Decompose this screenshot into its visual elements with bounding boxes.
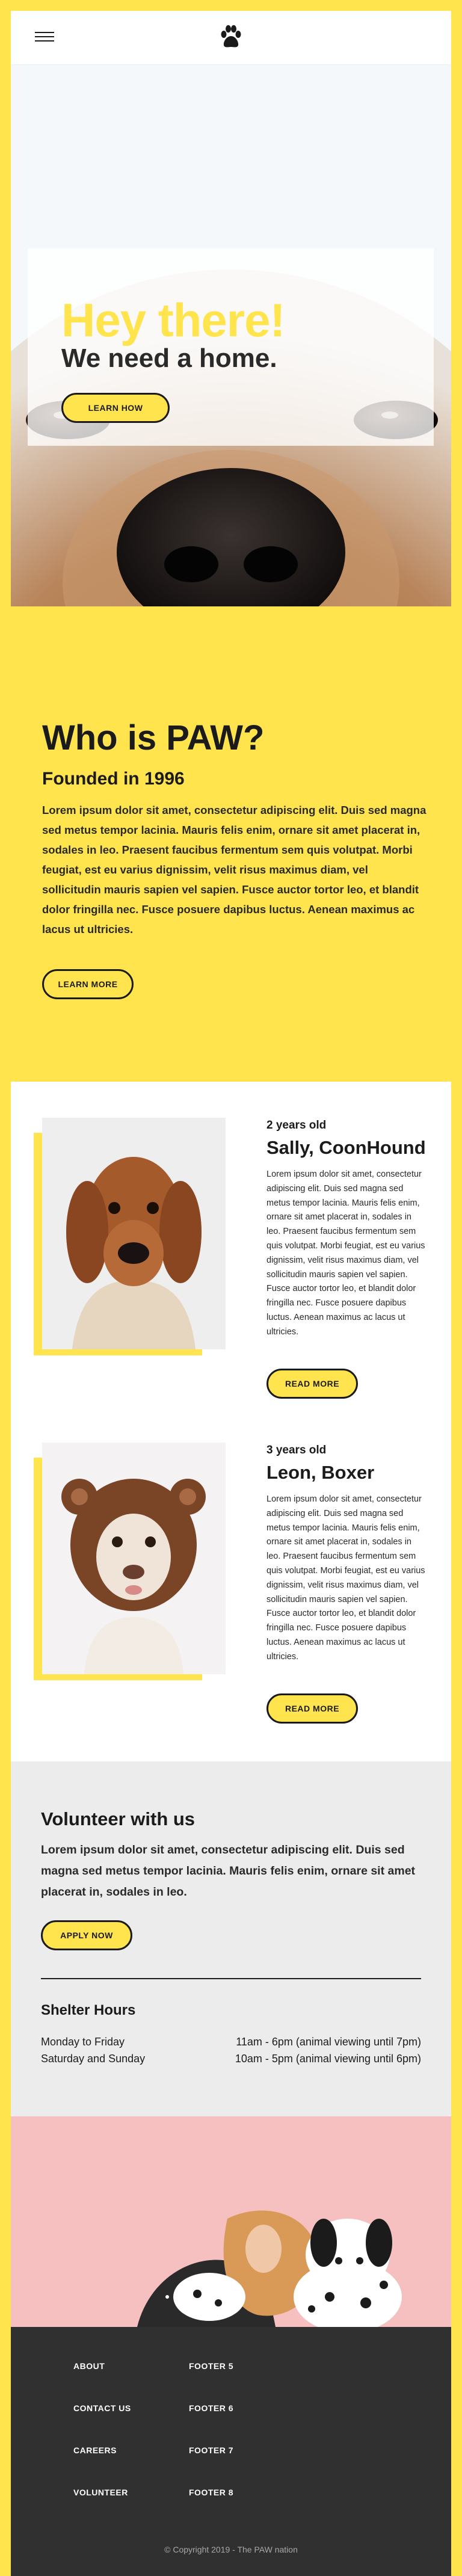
dog-photo-sally [42, 1118, 226, 1349]
footer-link-5[interactable]: FOOTER 5 [189, 2361, 233, 2371]
woman-with-dalmatian-photo [11, 2116, 451, 2327]
hero-card: Hey there! We need a home. LEARN HOW [28, 248, 434, 446]
hero-subtitle: We need a home. [61, 344, 277, 373]
footer-link-about[interactable]: ABOUT [73, 2361, 105, 2371]
about-section: Who is PAW? Founded in 1996 Lorem ipsum … [11, 606, 451, 1082]
dog-name: Leon, Boxer [266, 1462, 375, 1483]
footer-link-8[interactable]: FOOTER 8 [189, 2488, 233, 2497]
hours-day: Monday to Friday [41, 2036, 125, 2048]
learn-more-button[interactable]: LEARN MORE [42, 969, 134, 999]
dog-description: Lorem ipsum dolor sit amet, consectetur … [266, 1494, 425, 1662]
page-frame: Hey there! We need a home. LEARN HOW Who… [11, 11, 451, 2576]
divider [41, 1978, 421, 1979]
apply-now-button[interactable]: APPLY NOW [41, 1920, 132, 1950]
footer-link-6[interactable]: FOOTER 6 [189, 2403, 233, 2413]
paw-print-icon[interactable] [219, 24, 243, 51]
copyright: © Copyright 2019 - The PAW nation [164, 2545, 298, 2554]
dog-age: 3 years old [266, 1444, 327, 1456]
dog-photo-leon [42, 1443, 226, 1674]
shelter-hours-title: Shelter Hours [41, 2002, 136, 2018]
volunteer-body: Lorem ipsum dolor sit amet, consectetur … [41, 1843, 416, 1899]
hero-title: Hey there! [61, 294, 285, 347]
hamburger-menu-icon[interactable] [35, 32, 54, 44]
dog-name: Sally, CoonHound [266, 1137, 426, 1158]
read-more-button[interactable]: READ MORE [266, 1693, 358, 1724]
about-subtitle: Founded in 1996 [42, 769, 185, 789]
about-title: Who is PAW? [42, 718, 265, 757]
footer-link-7[interactable]: FOOTER 7 [189, 2445, 233, 2455]
footer-link-careers[interactable]: CAREERS [73, 2445, 117, 2455]
dog-age: 2 years old [266, 1119, 327, 1132]
hero-section: Hey there! We need a home. LEARN HOW [11, 65, 451, 606]
hours-time: 11am - 6pm (animal viewing until 7pm) [236, 2036, 421, 2048]
dog-card-leon: 3 years old Leon, Boxer Lorem ipsum dolo… [11, 1407, 451, 1731]
footer-link-contact[interactable]: CONTACT US [73, 2403, 131, 2413]
volunteer-section: Volunteer with us Lorem ipsum dolor sit … [11, 1761, 451, 2116]
about-body: Lorem ipsum dolor sit amet, consectetur … [42, 804, 427, 935]
dogs-section: 2 years old Sally, CoonHound Lorem ipsum… [11, 1082, 451, 1761]
volunteer-title: Volunteer with us [41, 1808, 196, 1829]
site-header [11, 11, 451, 65]
dog-description: Lorem ipsum dolor sit amet, consectetur … [266, 1169, 425, 1337]
read-more-button[interactable]: READ MORE [266, 1369, 358, 1399]
footer-link-volunteer[interactable]: VOLUNTEER [73, 2488, 128, 2497]
learn-how-button[interactable]: LEARN HOW [61, 393, 170, 423]
hours-time: 10am - 5pm (animal viewing until 6pm) [235, 2053, 421, 2065]
dog-card-sally: 2 years old Sally, CoonHound Lorem ipsum… [11, 1082, 451, 1407]
hours-day: Saturday and Sunday [41, 2053, 146, 2065]
site-footer: ABOUT CONTACT US CAREERS VOLUNTEER FOOTE… [11, 2327, 451, 2576]
